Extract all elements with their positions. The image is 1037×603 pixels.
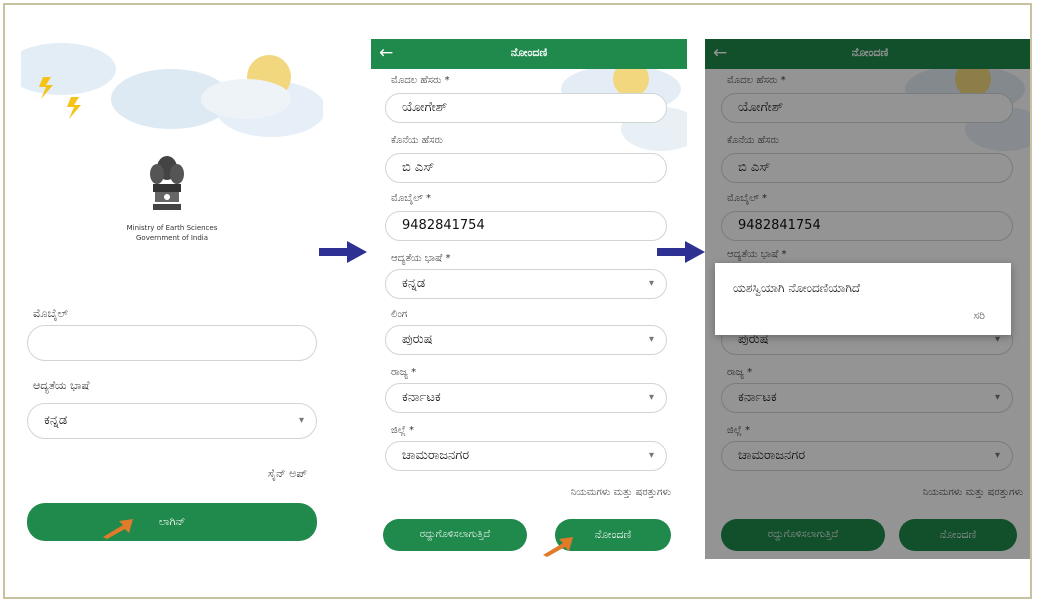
last-name-value: ಬಿ ಎಸ್ [402, 160, 435, 175]
mobile-label: ಮೊಬೈಲ್ * [391, 193, 432, 204]
terms-link[interactable]: ನಿಯಮಗಳು ಮತ್ತು ಷರತ್ತುಗಳು [571, 487, 671, 498]
chevron-down-icon: ▾ [648, 334, 654, 345]
pointer-arrow-icon [543, 537, 573, 557]
success-dialog: ಯಶಸ್ವಿಯಾಗಿ ನೋಂದಣಿಯಾಗಿದೆ ಸರಿ [715, 263, 1011, 335]
mobile-input[interactable]: 9482841754 [385, 211, 667, 241]
language-label: ಆದ್ಯತೆಯ ಭಾಷೆ * [391, 253, 451, 264]
district-label: ಜಿಲ್ಲೆ * [391, 425, 414, 436]
chevron-down-icon: ▾ [648, 392, 654, 403]
login-button-label: ಲಾಗಿನ್ [158, 515, 186, 528]
language-value: ಕನ್ನಡ [402, 276, 426, 291]
mobile-label: ಮೊಬೈಲ್ [33, 307, 69, 320]
tutorial-frame: Ministry of Earth Sciences Government of… [3, 3, 1032, 599]
state-label: ರಾಜ್ಯ * [391, 367, 417, 378]
gender-value: ಪುರುಷ [402, 332, 433, 347]
language-select[interactable]: ಕನ್ನಡ ▾ [27, 403, 317, 439]
language-value: ಕನ್ನಡ [44, 413, 68, 428]
registration-success-screen: ← ನೋಂದಣಿ ಮೊದಲ ಹೆಸರು * ಯೋಗೇಶ್ ಕೊನೆಯ ಹೆಸರು… [705, 39, 1030, 559]
signup-link[interactable]: ಸೈನ್ ಅಪ್ [268, 467, 307, 481]
app-bar: ← ನೋಂದಣಿ [371, 39, 687, 69]
first-name-value: ಯೋಗೇಶ್ [402, 100, 448, 115]
login-screen: Ministry of Earth Sciences Government of… [21, 39, 323, 559]
last-name-label: ಕೊನೆಯ ಹೆಸರು [391, 135, 443, 146]
chevron-down-icon: ▾ [648, 278, 654, 289]
register-button-label: ನೋಂದಣಿ [594, 528, 632, 541]
cancel-button-label: ರದ್ದುಗೊಳಿಸಲಾಗುತ್ತಿದೆ [419, 529, 491, 540]
language-select[interactable]: ಕನ್ನಡ ▾ [385, 269, 667, 299]
first-name-label: ಮೊದಲ ಹೆಸರು * [391, 75, 450, 86]
chevron-down-icon: ▾ [648, 450, 654, 461]
registration-screen: ← ನೋಂದಣಿ ಮೊದಲ ಹೆಸರು * ಯೋಗೇಶ್ ಕೊನೆಯ ಹೆಸರು… [371, 39, 687, 559]
ministry-name: Ministry of Earth Sciences [126, 224, 218, 232]
dialog-ok-button[interactable]: ಸರಿ [973, 309, 985, 323]
lightning-icon [67, 97, 81, 119]
district-value: ಚಾಮರಾಜನಗರ [402, 448, 470, 463]
page-title: ನೋಂದಣಿ [510, 46, 548, 59]
last-name-input[interactable]: ಬಿ ಎಸ್ [385, 153, 667, 183]
government-name: Government of India [135, 234, 209, 242]
cancel-button[interactable]: ರದ್ದುಗೊಳಿಸಲಾಗುತ್ತಿದೆ [383, 519, 527, 551]
language-label: ಆದ್ಯತೆಯ ಭಾಷೆ [33, 379, 90, 392]
gender-label: ಲಿಂಗ [391, 309, 408, 320]
state-value: ಕರ್ನಾಟಕ [402, 390, 441, 405]
first-name-input[interactable]: ಯೋಗೇಶ್ [385, 93, 667, 123]
mobile-value: 9482841754 [402, 218, 485, 233]
state-select[interactable]: ಕರ್ನಾಟಕ ▾ [385, 383, 667, 413]
pointer-arrow-icon [103, 519, 133, 539]
weather-clouds-header [21, 43, 323, 137]
step-arrow-icon [319, 241, 367, 263]
login-button[interactable]: ಲಾಗಿನ್ [27, 503, 317, 541]
mobile-input[interactable] [27, 325, 317, 361]
chevron-down-icon: ▾ [298, 415, 304, 426]
gender-select[interactable]: ಪುರುಷ ▾ [385, 325, 667, 355]
step-arrow-icon [657, 241, 705, 263]
district-select[interactable]: ಚಾಮರಾಜನಗರ ▾ [385, 441, 667, 471]
dialog-message: ಯಶಸ್ವಿಯಾಗಿ ನೋಂದಣಿಯಾಗಿದೆ [733, 281, 861, 295]
ashoka-emblem-icon [150, 156, 184, 210]
